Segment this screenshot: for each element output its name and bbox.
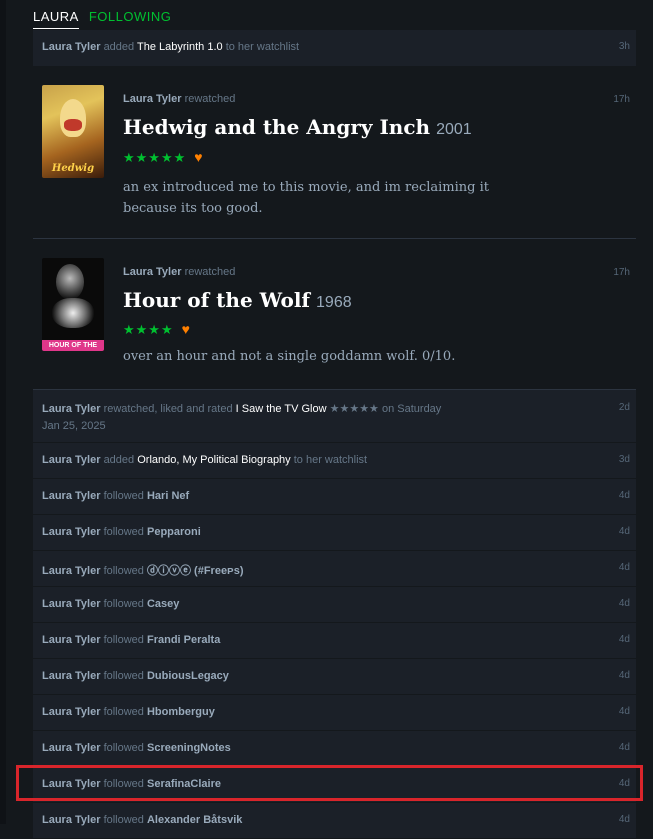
user-link[interactable]: Laura Tyler	[42, 634, 101, 646]
timestamp: 4d	[618, 778, 630, 789]
timestamp: 4d	[618, 562, 630, 573]
activity-row-follow[interactable]: Laura Tyler followed Alexander Båtsvik 4…	[33, 803, 636, 839]
user-link[interactable]: Laura Tyler	[123, 93, 182, 105]
review-entry: Hedwig Laura Tyler rewatched 17h Hedwig …	[33, 67, 636, 239]
activity-row-follow[interactable]: Laura Tyler followed Hbomberguy 4d	[33, 695, 636, 731]
activity-row-follow[interactable]: Laura Tyler followed ⓓⓘⓥⓔ (#Freeᴘs) 4d	[33, 551, 636, 587]
film-title[interactable]: Hedwig and the Angry Inch	[123, 115, 430, 139]
followed-user-link[interactable]: Hbomberguy	[147, 706, 215, 718]
activity-verb: followed	[103, 778, 144, 790]
timestamp: 17h	[613, 94, 630, 105]
activity-feed: Laura Tyler added The Labyrinth 1.0 to h…	[33, 30, 636, 839]
activity-row-follow[interactable]: Laura Tyler followed Hari Nef 4d	[33, 479, 636, 515]
timestamp: 4d	[618, 706, 630, 717]
followed-user-link[interactable]: Casey	[147, 598, 179, 610]
activity-row-watchlist[interactable]: Laura Tyler added Orlando, My Political …	[33, 443, 636, 479]
timestamp: 3h	[618, 41, 630, 52]
rating-stars: ★★★★★	[329, 403, 379, 415]
user-link[interactable]: Laura Tyler	[42, 742, 101, 754]
activity-row-follow[interactable]: Laura Tyler followed Casey 4d	[33, 587, 636, 623]
activity-verb: rewatched, liked and rated	[103, 403, 233, 415]
left-edge	[0, 0, 6, 824]
activity-row-follow[interactable]: Laura Tyler followed DubiousLegacy 4d	[33, 659, 636, 695]
user-link[interactable]: Laura Tyler	[42, 778, 101, 790]
poster-caption: HOUR OF THE WOLF	[42, 340, 104, 351]
user-link[interactable]: Laura Tyler	[42, 41, 101, 53]
profile-tabs: LAURA FOLLOWING	[33, 9, 181, 29]
user-link[interactable]: Laura Tyler	[42, 706, 101, 718]
activity-suffix: to her watchlist	[225, 41, 300, 53]
user-link[interactable]: Laura Tyler	[42, 598, 101, 610]
tab-laura[interactable]: LAURA	[33, 9, 79, 29]
activity-row-rating[interactable]: Laura Tyler rewatched, liked and rated I…	[33, 390, 636, 443]
review-text: an ex introduced me to this movie, and i…	[123, 180, 489, 216]
followed-user-link[interactable]: Hari Nef	[147, 490, 189, 502]
activity-verb: added	[103, 454, 135, 466]
timestamp: 3d	[618, 454, 630, 465]
followed-user-link[interactable]: DubiousLegacy	[147, 670, 229, 682]
review-text: over an hour and not a single goddamn wo…	[123, 349, 456, 364]
heart-icon: ♥	[194, 149, 204, 165]
activity-row-follow[interactable]: Laura Tyler followed ScreeningNotes 4d	[33, 731, 636, 767]
followed-user-link[interactable]: SerafinaClaire	[147, 778, 221, 790]
activity-verb: followed	[103, 565, 144, 577]
timestamp: 17h	[613, 267, 630, 278]
activity-suffix: to her watchlist	[293, 454, 368, 466]
activity-verb: followed	[103, 598, 144, 610]
activity-verb: rewatched	[184, 93, 236, 105]
user-link[interactable]: Laura Tyler	[42, 403, 101, 415]
film-title[interactable]: Hour of the Wolf	[123, 288, 310, 312]
followed-user-link[interactable]: Frandi Peralta	[147, 634, 220, 646]
rating-stars: ★★★★	[123, 322, 174, 337]
timestamp: 4d	[618, 814, 630, 825]
film-link[interactable]: Orlando, My Political Biography	[137, 454, 290, 466]
user-link[interactable]: Laura Tyler	[42, 454, 101, 466]
tab-following[interactable]: FOLLOWING	[89, 9, 172, 29]
activity-verb: added	[103, 41, 135, 53]
timestamp: 4d	[618, 634, 630, 645]
film-poster[interactable]: HOUR OF THE WOLF	[42, 258, 104, 351]
timestamp: 4d	[618, 598, 630, 609]
user-link[interactable]: Laura Tyler	[42, 814, 101, 826]
activity-verb: followed	[103, 634, 144, 646]
timestamp: 4d	[618, 742, 630, 753]
film-year[interactable]: 1968	[316, 294, 352, 311]
activity-verb: followed	[103, 742, 144, 754]
user-link[interactable]: Laura Tyler	[42, 490, 101, 502]
activity-verb: followed	[103, 706, 144, 718]
user-link[interactable]: Laura Tyler	[42, 670, 101, 682]
review-entry: HOUR OF THE WOLF Laura Tyler rewatched 1…	[33, 239, 636, 390]
user-link[interactable]: Laura Tyler	[42, 565, 101, 577]
timestamp: 4d	[618, 670, 630, 681]
user-link[interactable]: Laura Tyler	[123, 266, 182, 278]
film-link[interactable]: I Saw the TV Glow	[236, 403, 327, 415]
activity-row-follow[interactable]: Laura Tyler followed Frandi Peralta 4d	[33, 623, 636, 659]
timestamp: 4d	[618, 526, 630, 537]
rating-stars: ★★★★★	[123, 150, 187, 165]
poster-caption: Hedwig	[51, 163, 95, 174]
timestamp: 2d	[618, 402, 630, 413]
heart-icon: ♥	[181, 321, 191, 337]
activity-row-follow[interactable]: Laura Tyler followed Pepparoni 4d	[33, 515, 636, 551]
activity-verb: followed	[103, 670, 144, 682]
activity-verb: followed	[103, 490, 144, 502]
followed-user-link[interactable]: Alexander Båtsvik	[147, 814, 242, 826]
activity-row-follow[interactable]: Laura Tyler followed SerafinaClaire 4d	[33, 767, 636, 803]
film-year[interactable]: 2001	[436, 121, 472, 138]
activity-verb: rewatched	[184, 266, 236, 278]
activity-date: Jan 25, 2025	[42, 420, 106, 432]
film-poster[interactable]: Hedwig	[42, 85, 104, 178]
followed-user-link[interactable]: ⓓⓘⓥⓔ (#Freeᴘs)	[147, 565, 244, 577]
followed-user-link[interactable]: Pepparoni	[147, 526, 201, 538]
film-link[interactable]: The Labyrinth 1.0	[137, 41, 223, 53]
followed-user-link[interactable]: ScreeningNotes	[147, 742, 231, 754]
activity-row-watchlist[interactable]: Laura Tyler added The Labyrinth 1.0 to h…	[33, 30, 636, 67]
user-link[interactable]: Laura Tyler	[42, 526, 101, 538]
activity-verb: followed	[103, 526, 144, 538]
timestamp: 4d	[618, 490, 630, 501]
activity-verb: followed	[103, 814, 144, 826]
activity-suffix: on Saturday	[381, 403, 442, 415]
